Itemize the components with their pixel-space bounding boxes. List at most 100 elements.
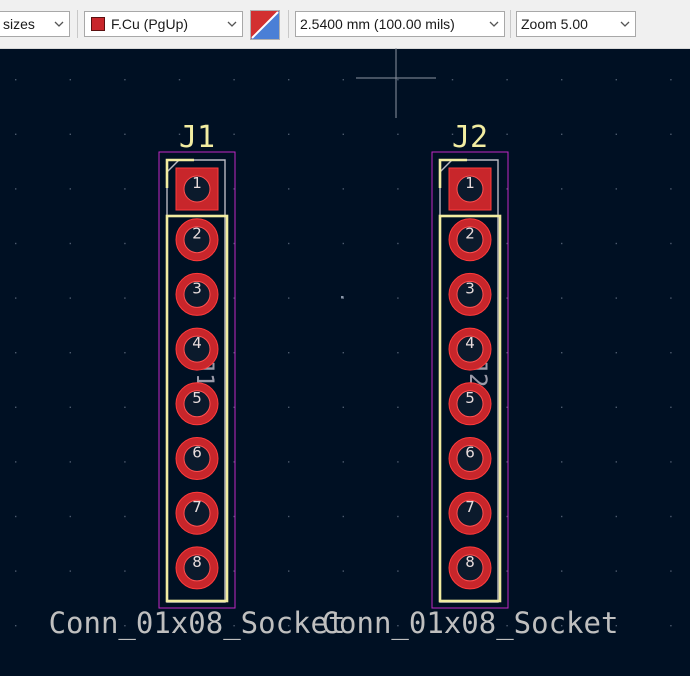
grid-dot: [342, 133, 344, 135]
grid-select-label: 2.5400 mm (100.00 mils): [300, 16, 455, 32]
grid-dot: [670, 188, 672, 190]
grid-dot: [342, 352, 344, 354]
grid-dot: [615, 515, 617, 518]
grid-dot: [15, 461, 17, 463]
pcb-board-svg: J1J112345678J2J212345678 Conn_01x08_Sock…: [15, 48, 672, 641]
grid-dot: [506, 79, 508, 81]
grid-dot: [561, 297, 563, 299]
pad-number: 6: [192, 444, 202, 462]
layer-select-label: F.Cu (PgUp): [111, 16, 189, 32]
grid-dot: [69, 79, 71, 81]
pad-3[interactable]: 3: [448, 272, 492, 316]
grid-dot: [15, 133, 17, 135]
toolbar-separator: [288, 10, 289, 38]
grid-dot: [670, 352, 672, 354]
pad-2[interactable]: 2: [448, 218, 492, 262]
grid-dot: [615, 570, 617, 572]
grid-dot: [288, 406, 290, 408]
pad-4[interactable]: 4: [175, 327, 219, 371]
grid-dot: [124, 352, 126, 354]
layer-color-swatch: [91, 17, 105, 31]
grid-dot: [670, 570, 672, 572]
grid-dot: [561, 242, 563, 245]
toolbar: sizes F.Cu (PgUp) 2.5400 mm (100.00 mils…: [0, 0, 690, 49]
toolbar-separator: [510, 10, 511, 38]
grid-dot: [124, 242, 126, 245]
grid-dot: [615, 461, 617, 463]
chevron-down-icon: [615, 21, 635, 27]
grid-dot: [397, 188, 399, 190]
grid-dot: [615, 352, 617, 354]
pcb-canvas[interactable]: J1 J1 1 2 3 4 5 6 7 8 J2 J2 1 2 3 4 5 6 7 8 Conn_01x08_Sock…: [0, 48, 690, 672]
pad-8[interactable]: 8: [448, 546, 492, 590]
grid-dot: [69, 242, 71, 245]
grid-dot: [342, 570, 344, 572]
pad-7[interactable]: 7: [448, 491, 492, 535]
pad-5[interactable]: 5: [448, 382, 492, 426]
grid-dot: [342, 406, 344, 408]
grid-dot: [397, 242, 399, 245]
layer-select[interactable]: F.Cu (PgUp): [84, 11, 243, 37]
grid-dot: [288, 515, 290, 518]
grid-dot: [561, 133, 563, 135]
grid-dot: [288, 133, 290, 135]
grid-dot: [288, 79, 290, 81]
grid-dot: [615, 188, 617, 190]
grid-dot: [288, 570, 290, 572]
origin-dot: [341, 296, 344, 299]
pad-number: 7: [465, 498, 475, 516]
pad-number: 4: [465, 334, 475, 352]
footprint-j2[interactable]: J2J212345678: [431, 120, 509, 609]
grid-dot: [561, 188, 563, 190]
pad-6[interactable]: 6: [448, 437, 492, 480]
grid-dot: [69, 406, 71, 408]
zoom-select[interactable]: Zoom 5.00: [516, 11, 636, 37]
grid-dot: [124, 461, 126, 463]
grid-dot: [15, 406, 17, 408]
grid-dot: [615, 79, 617, 81]
pad-5[interactable]: 5: [175, 382, 219, 426]
track-width-label: sizes: [3, 16, 35, 32]
pad-1[interactable]: 1: [448, 167, 492, 211]
grid-dot: [15, 79, 17, 81]
chevron-down-icon: [49, 21, 69, 27]
grid-dot: [233, 79, 235, 81]
pad-number: 5: [192, 389, 202, 407]
track-width-select[interactable]: sizes: [0, 11, 70, 37]
pad-6[interactable]: 6: [175, 437, 219, 480]
pad-2[interactable]: 2: [175, 218, 219, 262]
grid-dot: [342, 188, 344, 190]
reference-designator: J2: [452, 120, 488, 155]
grid-dot: [451, 79, 454, 81]
chevron-down-icon: [484, 21, 504, 27]
pad-7[interactable]: 7: [175, 491, 219, 535]
pad-number: 5: [465, 389, 475, 407]
grid-dot: [561, 79, 563, 81]
grid-dot: [124, 515, 126, 518]
grid-dot: [124, 570, 126, 572]
pad-number: 2: [465, 225, 475, 243]
grid-dot: [15, 297, 17, 299]
grid-dot: [288, 297, 290, 299]
grid-dot: [670, 625, 672, 627]
toolbar-separator: [77, 10, 78, 38]
grid-dot: [69, 352, 71, 354]
pad-8[interactable]: 8: [175, 546, 219, 590]
grid-dot: [15, 242, 17, 245]
grid-dot: [69, 461, 71, 463]
pad-3[interactable]: 3: [175, 272, 219, 316]
reference-designator: J1: [179, 120, 215, 155]
pad-4[interactable]: 4: [448, 327, 492, 371]
layer-pair-button[interactable]: [250, 10, 280, 40]
grid-dot: [397, 570, 399, 572]
grid-dot: [124, 79, 126, 81]
chevron-down-icon: [222, 21, 242, 27]
grid-dot: [288, 461, 290, 463]
pad-1[interactable]: 1: [175, 167, 219, 211]
grid-select[interactable]: 2.5400 mm (100.00 mils): [295, 11, 505, 37]
grid-dot: [561, 352, 563, 354]
footprint-j1[interactable]: J1J112345678: [158, 120, 236, 609]
grid-dot: [69, 570, 71, 572]
pad-number: 7: [192, 498, 202, 516]
grid-dots: [15, 79, 672, 627]
